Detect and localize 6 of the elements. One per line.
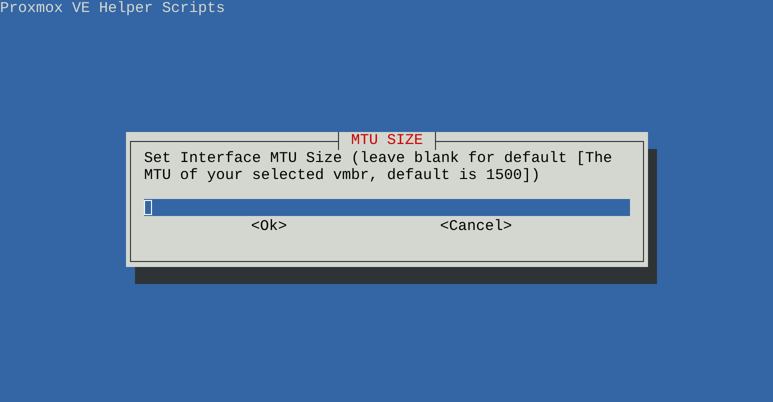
prompt-text: Set Interface MTU Size (leave blank for default [The MTU of your selected vmbr, default is 1500])	[144, 150, 614, 184]
ok-button[interactable]: <Ok>	[251, 218, 288, 235]
cancel-button[interactable]: <Cancel>	[440, 218, 512, 235]
backtitle: Proxmox VE Helper Scripts	[0, 0, 226, 17]
dialog-title: MTU SIZE	[338, 132, 436, 150]
input-field[interactable]	[144, 199, 630, 216]
